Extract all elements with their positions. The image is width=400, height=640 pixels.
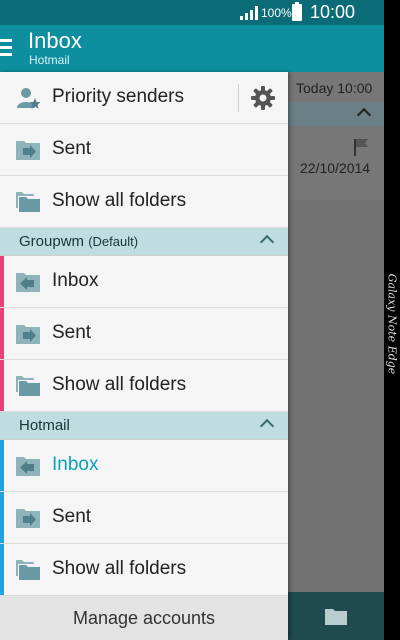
drawer-item-label: Sent [52,506,92,527]
list-section-header [288,102,384,126]
account-color-marker [0,440,4,491]
message-time: Today 10:00 [296,80,373,96]
clock: 10:00 [310,2,356,22]
drawer-item-sent[interactable]: Sent [0,124,288,176]
folders-icon [16,560,40,580]
folders-icon [16,376,40,396]
account-name: Groupwm (Default) [19,233,139,250]
account-color-marker [0,360,4,411]
list-empty-area [288,200,384,592]
drawer-item-label: Show all folders [52,374,187,395]
manage-accounts-button[interactable]: Manage accounts [0,596,288,640]
sent-folder-icon [16,509,40,528]
chevron-up-icon[interactable] [259,418,275,434]
drawer-item-show-all-folders[interactable]: Show all folders [0,544,288,596]
account-header-hotmail[interactable]: Hotmail [0,412,288,440]
edge-brand-text: Galaxy Note Edge [385,273,399,375]
chevron-up-icon[interactable] [259,234,275,250]
drawer-item-label: Show all folders [52,190,187,211]
message-date: 22/10/2014 [300,160,371,176]
drawer-item-sent[interactable]: Sent [0,308,288,360]
account-header-groupwm[interactable]: Groupwm (Default) [0,228,288,256]
account-color-marker [0,544,4,595]
drawer-item-show-all-folders[interactable]: Show all folders [0,360,288,412]
drawer-item-label: Inbox [52,270,99,291]
app-bar: Inbox Hotmail [0,25,384,72]
status-bar: 100% 10:00 [0,0,384,25]
battery-percentage: 100% [261,6,292,20]
default-badge: (Default) [88,234,139,249]
drawer-item-show-all-folders[interactable]: Show all folders [0,176,288,228]
sent-folder-icon [16,141,40,160]
flag-icon [354,139,368,156]
folders-icon [16,192,40,212]
account-color-marker [0,308,4,359]
priority-senders-icon [17,88,41,109]
edge-brand-label: Galaxy Note Edge [384,264,400,384]
signal-icon [240,6,258,20]
manage-accounts-label: Manage accounts [72,608,216,628]
inbox-icon [16,273,40,292]
bottom-toolbar [288,592,384,640]
menu-icon[interactable] [0,39,12,57]
navigation-drawer: Priority senders Sent Show all folders G… [0,72,288,640]
drawer-item-label: Show all folders [52,558,187,579]
drawer-item-label: Inbox [52,454,99,475]
account-subtitle: Hotmail [29,53,70,67]
page-title: Inbox [28,28,82,53]
drawer-item-label: Sent [52,138,92,159]
divider [238,84,239,112]
priority-senders-label: Priority senders [52,86,184,107]
inbox-icon [16,457,40,476]
drawer-item-sent[interactable]: Sent [0,492,288,544]
drawer-item-inbox[interactable]: Inbox [0,256,288,308]
sent-folder-icon [16,325,40,344]
drawer-item-label: Sent [52,322,92,343]
account-color-marker [0,492,4,543]
battery-icon [292,2,302,21]
priority-senders-item[interactable]: Priority senders [0,72,288,124]
account-name: Hotmail [19,417,70,434]
folder-icon[interactable] [324,606,348,626]
settings-gear-icon[interactable] [250,85,276,111]
account-color-marker [0,256,4,307]
drawer-item-inbox[interactable]: Inbox [0,440,288,492]
